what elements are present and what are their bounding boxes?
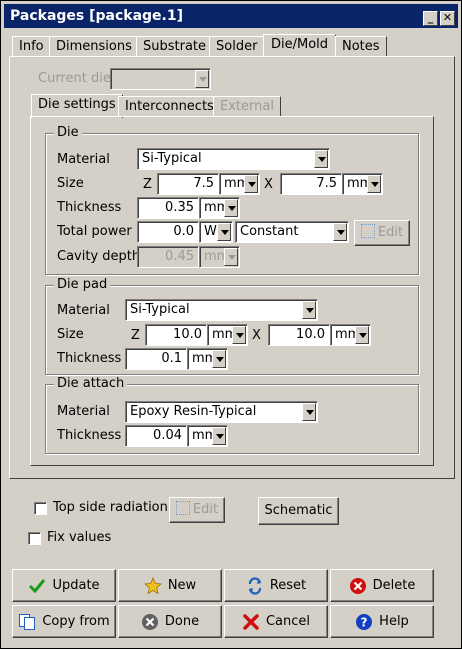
fix-values-checkbox[interactable]: [28, 532, 41, 545]
die-pad-size-z-unit-select[interactable]: mm: [207, 324, 248, 346]
die-thickness-label: Thickness: [57, 200, 122, 215]
die-cavity-input: 0.45: [137, 246, 199, 268]
die-size-x-unit-select[interactable]: mm: [342, 173, 383, 195]
die-power-label: Total power: [57, 224, 132, 239]
die-thickness-input[interactable]: 0.35: [137, 197, 199, 219]
svg-text:?: ?: [361, 615, 368, 629]
subtab-die-settings[interactable]: Die settings: [31, 94, 123, 118]
tab-info[interactable]: Info: [12, 36, 51, 57]
reset-button[interactable]: Reset: [224, 569, 328, 602]
chevron-down-icon: [232, 326, 246, 344]
die-pad-z-label: Z: [131, 328, 140, 343]
chevron-down-icon: [244, 175, 258, 193]
subtab-external: External: [213, 96, 281, 117]
chevron-down-icon: [212, 427, 226, 445]
die-cavity-label: Cavity depth: [57, 249, 141, 264]
copy-from-button[interactable]: Copy from: [12, 605, 116, 638]
minimize-button[interactable]: _: [423, 11, 438, 26]
die-cavity-unit-select: mm: [199, 246, 240, 268]
die-pad-size-label: Size: [57, 327, 84, 342]
chevron-down-icon: [333, 223, 347, 241]
help-button[interactable]: ? Help: [330, 605, 434, 638]
tab-notes[interactable]: Notes: [335, 36, 387, 57]
die-pad-group-title: Die pad: [54, 277, 111, 292]
die-attach-thickness-input[interactable]: 0.04: [125, 425, 187, 447]
tab-dimensions[interactable]: Dimensions: [49, 36, 139, 57]
chevron-down-icon: [195, 70, 209, 88]
chevron-down-icon: [367, 175, 381, 193]
fix-values-label: Fix values: [47, 530, 112, 545]
update-button[interactable]: Update: [12, 569, 116, 602]
die-z-label: Z: [143, 177, 152, 192]
chevron-down-icon: [212, 350, 226, 368]
help-icon: ?: [356, 613, 373, 630]
edit-icon: [175, 501, 190, 515]
die-attach-material-label: Material: [57, 404, 110, 419]
chevron-down-icon: [224, 199, 238, 217]
radiation-edit-button: Edit: [169, 497, 225, 523]
die-size-label: Size: [57, 176, 84, 191]
die-x-label: X: [264, 177, 273, 192]
chevron-down-icon: [217, 223, 231, 241]
die-attach-material-select[interactable]: Epoxy Resin-Typical: [125, 401, 318, 423]
current-die-label: Current die: [38, 71, 111, 86]
top-radiation-label: Top side radiation: [53, 500, 168, 515]
die-size-z-input[interactable]: 7.5: [157, 173, 219, 195]
tab-die-mold[interactable]: Die/Mold: [263, 34, 337, 57]
die-material-label: Material: [57, 152, 110, 167]
edit-icon: [360, 224, 375, 238]
die-power-mode-select[interactable]: Constant: [235, 221, 349, 243]
current-die-select: [110, 68, 211, 90]
die-power-input[interactable]: 0.0: [137, 221, 199, 243]
die-pad-material-select[interactable]: Si-Typical: [125, 299, 318, 321]
chevron-down-icon: [355, 326, 369, 344]
delete-button[interactable]: Delete: [330, 569, 434, 602]
delete-icon: [349, 577, 366, 594]
die-pad-thickness-unit-select[interactable]: mm: [187, 348, 228, 370]
die-attach-thickness-unit-select[interactable]: mm: [187, 425, 228, 447]
die-pad-size-z-input[interactable]: 10.0: [145, 324, 207, 346]
check-icon: [29, 578, 46, 593]
chevron-down-icon: [224, 248, 238, 266]
die-size-x-input[interactable]: 7.5: [280, 173, 342, 195]
die-attach-group-title: Die attach: [54, 376, 128, 391]
die-group-title: Die: [54, 125, 82, 140]
tab-substrate[interactable]: Substrate: [136, 36, 214, 57]
die-pad-thickness-input[interactable]: 0.1: [125, 348, 187, 370]
die-pad-material-label: Material: [57, 303, 110, 318]
packages-window: Packages [package.1] _ ✕ Info Dimensions…: [0, 0, 462, 649]
close-button[interactable]: ✕: [440, 11, 455, 26]
top-radiation-checkbox[interactable]: [34, 502, 47, 515]
die-pad-size-x-unit-select[interactable]: mm: [330, 324, 371, 346]
schematic-button[interactable]: Schematic: [258, 497, 339, 525]
recycle-icon: [248, 576, 261, 595]
die-size-z-unit-select[interactable]: mm: [219, 173, 260, 195]
title-bar: Packages [package.1] _ ✕: [4, 4, 458, 28]
copy-icon: [19, 613, 36, 630]
die-pad-size-x-input[interactable]: 10.0: [268, 324, 330, 346]
done-icon: [141, 613, 158, 630]
cancel-icon: [243, 613, 259, 630]
new-button[interactable]: New: [118, 569, 222, 602]
star-icon: [143, 576, 162, 594]
window-title: Packages [package.1]: [10, 8, 184, 24]
chevron-down-icon: [302, 403, 316, 421]
subtab-interconnects[interactable]: Interconnects: [118, 96, 221, 117]
die-thickness-unit-select[interactable]: mm: [199, 197, 240, 219]
die-attach-thickness-label: Thickness: [57, 428, 122, 443]
die-material-select[interactable]: Si-Typical: [137, 148, 330, 170]
chevron-down-icon: [314, 150, 328, 168]
die-power-unit-select[interactable]: W: [199, 221, 233, 243]
die-pad-x-label: X: [252, 328, 261, 343]
cancel-button[interactable]: Cancel: [224, 605, 328, 638]
chevron-down-icon: [302, 301, 316, 319]
die-pad-thickness-label: Thickness: [57, 351, 122, 366]
die-power-edit-button: Edit: [354, 220, 410, 246]
done-button[interactable]: Done: [118, 605, 222, 638]
tab-solder[interactable]: Solder: [209, 36, 265, 57]
